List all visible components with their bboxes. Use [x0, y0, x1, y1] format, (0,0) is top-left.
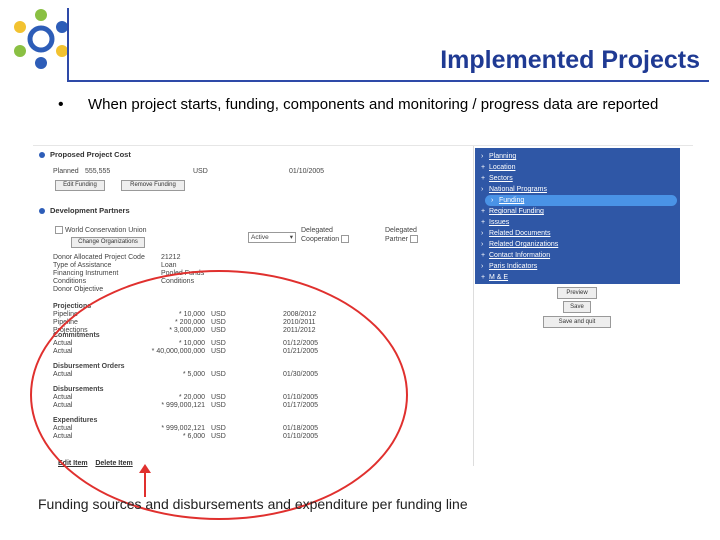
status-select[interactable]: Active ▾ [248, 232, 296, 243]
save-and-quit-button[interactable]: Save and quit [543, 316, 611, 328]
change-organizations-button[interactable]: Change Organizations [71, 237, 145, 248]
remove-funding-button[interactable]: Remove Funding [121, 180, 185, 191]
bullet-marker: • [58, 96, 64, 113]
org-checkbox[interactable] [55, 226, 63, 234]
org-name: World Conservation Union [64, 226, 147, 234]
development-partners-heading: Development Partners [39, 206, 130, 215]
nav-marker-icon: › [481, 186, 484, 193]
proposed-cost-heading: Proposed Project Cost [39, 150, 131, 159]
nav-item-location[interactable]: + Location [481, 162, 671, 173]
header-rule-vertical [67, 8, 69, 82]
nav-item-planning[interactable]: › Planning [481, 151, 671, 162]
delegated-cooperation-checkbox[interactable] [341, 235, 350, 244]
highlight-ellipse [30, 270, 408, 520]
chevron-down-icon: ▾ [289, 234, 293, 241]
save-button[interactable]: Save [563, 301, 591, 313]
activity-nav-panel: › Planning + Location + Sectors › National Prog… [475, 148, 680, 284]
nav-item-issues[interactable]: + Issues [481, 217, 671, 228]
header-rule-horizontal [67, 80, 709, 82]
section-dot-icon [39, 152, 45, 159]
delegated-partner: Delegated Partner [385, 227, 418, 244]
preview-button[interactable]: Preview [557, 287, 597, 299]
nav-marker-icon: + [481, 175, 486, 182]
nav-marker-icon: › [481, 153, 484, 160]
nav-marker-icon: › [481, 230, 484, 237]
page-title: Implemented Projects [440, 46, 700, 74]
bullet-text: When project starts, funding, components… [88, 96, 659, 113]
nav-item-related-documents[interactable]: › Related Documents [481, 228, 671, 239]
section-dot-icon [39, 208, 45, 215]
nav-item-contact-information[interactable]: + Contact Information [481, 250, 671, 261]
logo-icon [14, 9, 68, 69]
nav-item-national-programs[interactable]: › National Programs [481, 184, 671, 195]
nav-item-paris-indicators[interactable]: › Paris Indicators [481, 261, 671, 272]
planned-row: Planned 555,555 USD 01/10/2005 [53, 168, 325, 175]
nav-marker-icon: › [491, 197, 494, 204]
nav-item-regional-funding[interactable]: + Regional Funding [481, 206, 671, 217]
annotation-arrow-line [144, 471, 146, 497]
nav-marker-icon: + [481, 164, 486, 171]
nav-marker-icon: › [481, 241, 484, 248]
nav-item-m-e[interactable]: + M & E [481, 272, 671, 283]
nav-marker-icon: + [481, 219, 486, 226]
nav-item-sectors[interactable]: + Sectors [481, 173, 671, 184]
delegated-cooperation: Delegated Cooperation [301, 226, 371, 244]
nav-marker-icon: › [481, 263, 484, 270]
delegated-partner-checkbox[interactable] [409, 235, 418, 244]
nav-marker-icon: + [481, 252, 486, 259]
nav-item-related-organizations[interactable]: › Related Organizations [481, 239, 671, 250]
edit-funding-button[interactable]: Edit Funding [55, 180, 105, 191]
nav-marker-icon: + [481, 274, 486, 281]
annotation-caption: Funding sources and disbursements and ex… [38, 496, 468, 512]
nav-item-funding[interactable]: › Funding [485, 195, 677, 206]
nav-marker-icon: + [481, 208, 486, 215]
org-row: World Conservation Union [55, 226, 147, 234]
